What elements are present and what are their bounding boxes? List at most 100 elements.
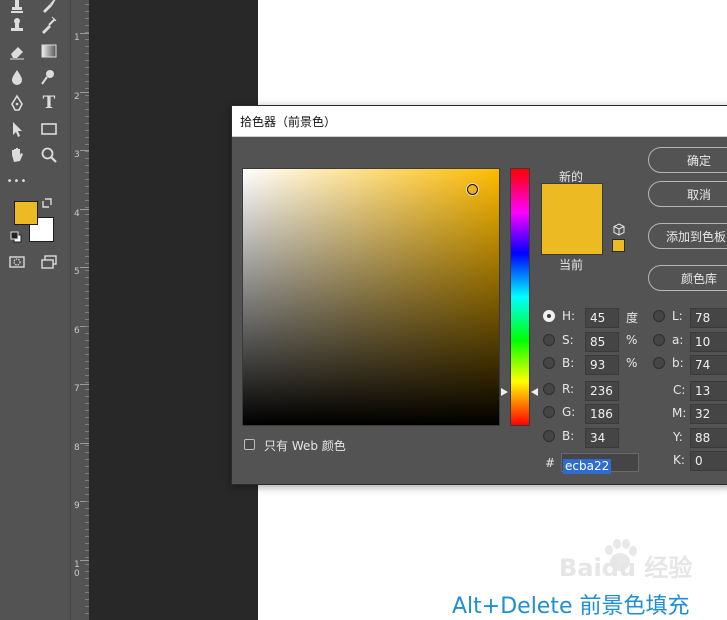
hue-input[interactable]: 45 <box>585 308 619 328</box>
zoom-tool[interactable] <box>37 144 61 166</box>
magenta-input[interactable]: 32 <box>690 404 727 424</box>
more-tools-icon: ••• <box>6 175 28 187</box>
ruler-tick-label: 9 <box>74 501 80 511</box>
type-icon: T <box>42 93 56 113</box>
eraser-tool[interactable] <box>5 40 29 62</box>
hue-slider-left-handle[interactable] <box>501 388 508 396</box>
stamp-tool-2[interactable] <box>5 14 29 36</box>
saturation-input[interactable]: 85 <box>585 332 619 352</box>
dodge-tool[interactable] <box>37 66 61 88</box>
red-input[interactable]: 236 <box>585 381 619 401</box>
hue-radio[interactable] <box>543 310 555 322</box>
blur-icon <box>12 70 22 85</box>
shortcut-caption: Alt+Delete 前景色填充 <box>452 594 690 619</box>
quick-mask-button[interactable] <box>5 251 29 273</box>
ruler-tick-label: 8 <box>74 443 80 453</box>
screen-mode-icon <box>41 255 57 269</box>
brightness-unit: % <box>626 356 638 370</box>
hand-icon <box>12 148 23 162</box>
hex-input[interactable]: ecba22 <box>561 453 639 474</box>
saturation-radio[interactable] <box>543 334 555 346</box>
color-libraries-button[interactable]: 颜色库 <box>648 265 727 291</box>
black-label: K: <box>673 453 685 467</box>
art-history-tool[interactable] <box>37 14 61 36</box>
add-to-swatches-button[interactable]: 添加到色板 <box>648 223 727 249</box>
green-input[interactable]: 186 <box>585 404 619 424</box>
color-picker-dialog: 拾色器（前景色） 新的 当前 确定 取消 添加到色板 颜色库 H: 45 度 S… <box>231 105 727 485</box>
hue-slider[interactable] <box>510 168 530 426</box>
lightness-radio[interactable] <box>653 310 665 322</box>
a-channel-label: a: <box>672 333 684 347</box>
swap-colors-icon <box>42 198 52 208</box>
default-colors-button[interactable] <box>9 230 23 244</box>
art-history-brush-icon <box>42 16 57 34</box>
eraser-icon <box>10 47 24 60</box>
rectangle-icon <box>41 123 57 135</box>
b-channel-input[interactable]: 74 <box>690 355 727 375</box>
ruler-tick-label: 1 <box>74 33 80 43</box>
black-input[interactable]: 0 <box>690 451 727 471</box>
foreground-color-swatch[interactable] <box>14 201 38 225</box>
blur-tool[interactable] <box>5 66 29 88</box>
dialog-titlebar[interactable]: 拾色器（前景色） <box>232 106 727 137</box>
blue-label: B: <box>562 429 575 443</box>
pen-tool[interactable] <box>5 92 29 114</box>
more-tools-button[interactable]: ••• <box>5 170 29 192</box>
dialog-title: 拾色器（前景色） <box>240 115 337 129</box>
ruler-tick-label: 3 <box>74 150 80 160</box>
saturation-brightness-field[interactable] <box>242 168 500 426</box>
hand-tool[interactable] <box>5 144 29 166</box>
b-channel-label: b: <box>672 356 684 370</box>
quick-mask-icon <box>9 256 25 268</box>
path-select-icon <box>13 122 22 137</box>
lightness-input[interactable]: 78 <box>690 308 727 328</box>
clone-stamp-icon <box>11 18 23 31</box>
type-tool[interactable]: T <box>37 92 61 114</box>
cyan-label: C: <box>673 383 686 397</box>
zoom-icon <box>41 147 57 163</box>
green-radio[interactable] <box>543 406 555 418</box>
rectangle-tool[interactable] <box>37 118 61 140</box>
cyan-input[interactable]: 13 <box>690 381 727 401</box>
tools-panel: T ••• <box>0 0 71 620</box>
ok-button[interactable]: 确定 <box>648 147 727 173</box>
hue-slider-right-handle[interactable] <box>531 388 538 396</box>
stamp-icon <box>11 0 23 13</box>
vertical-ruler[interactable]: 1 2 3 4 5 6 7 8 9 1 0 <box>70 0 90 620</box>
yellow-label: Y: <box>673 430 683 444</box>
a-channel-radio[interactable] <box>653 334 665 346</box>
default-colors-icon <box>10 231 22 243</box>
ruler-tick-label: 5 <box>74 267 80 277</box>
saturation-unit: % <box>626 333 638 347</box>
a-channel-input[interactable]: 10 <box>690 332 727 352</box>
brightness-input[interactable]: 93 <box>585 355 619 375</box>
web-safe-color-swatch[interactable] <box>612 239 625 252</box>
screen-mode-button[interactable] <box>37 251 61 273</box>
blue-input[interactable]: 34 <box>585 428 619 448</box>
yellow-input[interactable]: 88 <box>690 428 727 448</box>
history-brush-icon <box>43 0 56 13</box>
brightness-radio[interactable] <box>543 357 555 369</box>
web-safe-cube-icon[interactable] <box>613 223 625 236</box>
red-radio[interactable] <box>543 383 555 395</box>
web-colors-only-checkbox[interactable] <box>244 439 255 450</box>
swap-colors-button[interactable] <box>40 196 54 210</box>
color-picker-ring[interactable] <box>467 184 478 195</box>
ruler-tick-label: 4 <box>74 209 80 219</box>
gradient-icon <box>41 44 57 58</box>
blue-radio[interactable] <box>543 430 555 442</box>
brightness-label: B: <box>562 356 575 370</box>
gradient-tool[interactable] <box>37 40 61 62</box>
magenta-label: M: <box>672 406 687 420</box>
dodge-icon <box>41 70 54 85</box>
ruler-tick-label: 7 <box>74 384 80 394</box>
pen-icon <box>11 94 23 111</box>
current-color-label: 当前 <box>559 258 584 272</box>
b-channel-radio[interactable] <box>653 357 665 369</box>
cancel-button[interactable]: 取消 <box>648 181 727 207</box>
path-select-tool[interactable] <box>5 118 29 140</box>
ruler-tick-label: 1 0 <box>74 560 80 579</box>
web-colors-only-label: 只有 Web 颜色 <box>264 439 346 453</box>
ruler-tick-label: 2 <box>74 92 80 102</box>
lightness-label: L: <box>672 309 683 323</box>
